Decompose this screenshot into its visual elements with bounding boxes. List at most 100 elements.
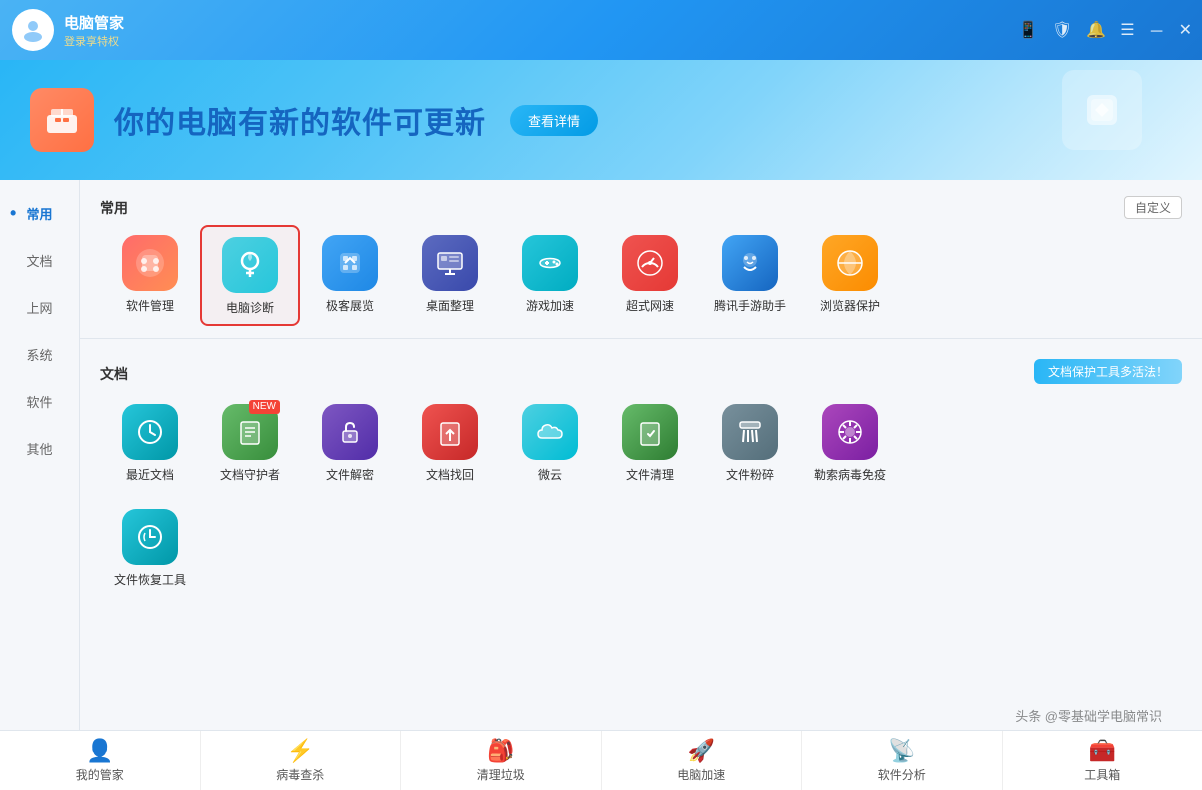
diagnose-label: 电脑诊断 xyxy=(226,299,274,316)
sidebar-item-system[interactable]: 系统 xyxy=(0,331,79,378)
customize-button[interactable]: 自定义 xyxy=(1124,196,1182,219)
common-section: 常用 自定义 软件管理 xyxy=(80,180,1202,334)
game-label: 游戏加速 xyxy=(526,297,574,314)
bottom-nav-manager[interactable]: 👤 我的管家 xyxy=(0,731,201,790)
app-name: 电脑管家 xyxy=(64,12,124,33)
cleanup-nav-icon: 🎒 xyxy=(487,738,514,764)
restore-icon xyxy=(322,235,378,291)
icon-item-guardian[interactable]: NEW 文档守护者 xyxy=(200,394,300,491)
guardian-badge: NEW xyxy=(249,400,280,414)
icon-item-file-shred[interactable]: 文件粉碎 xyxy=(700,394,800,491)
banner-icon xyxy=(30,88,94,152)
icon-item-antivirus[interactable]: 勒索病毒免疫 xyxy=(800,394,900,491)
desktop-icon xyxy=(422,235,478,291)
file-shred-icon xyxy=(722,404,778,460)
sidebar-item-common[interactable]: 常用 xyxy=(0,190,79,237)
toolbar-nav-icon: 🧰 xyxy=(1089,738,1116,764)
manager-icon: 👤 xyxy=(86,738,113,764)
cloud-label: 微云 xyxy=(538,466,562,483)
recover-label: 文档找回 xyxy=(426,466,474,483)
guardian-label: 文档守护者 xyxy=(220,466,280,483)
title-bar: 电脑管家 登录享特权 📱 🛡 🔔 ☰ － ✕ xyxy=(0,0,1202,60)
icon-item-filerestore[interactable]: 文件恢复工具 xyxy=(100,499,200,596)
software-manage-label: 软件管理 xyxy=(126,297,174,314)
icon-item-file-cleanup[interactable]: 文件清理 xyxy=(600,394,700,491)
bottom-nav-software[interactable]: 📡 软件分析 xyxy=(802,731,1003,790)
main-area: 常用 文档 上网 系统 软件 其他 常用 自定义 xyxy=(0,180,1202,730)
document-section-header: 文档 文档保护工具多活法！ xyxy=(100,351,1182,394)
icon-item-tencent[interactable]: 腾讯手游助手 xyxy=(700,225,800,326)
bottom-nav-cleanup[interactable]: 🎒 清理垃圾 xyxy=(401,731,602,790)
menu-icon[interactable]: ☰ xyxy=(1120,20,1134,40)
common-section-title: 常用 xyxy=(100,198,128,218)
antivirus-label: 勒索病毒免疫 xyxy=(814,466,886,483)
browser-label: 浏览器保护 xyxy=(820,297,880,314)
sidebar-item-other[interactable]: 其他 xyxy=(0,425,79,472)
desktop-label: 桌面整理 xyxy=(426,297,474,314)
browser-icon xyxy=(822,235,878,291)
antivirus-nav-icon: ⚡ xyxy=(287,738,314,764)
minimize-icon[interactable]: － xyxy=(1149,18,1165,42)
software-nav-label: 软件分析 xyxy=(878,766,926,783)
filerestore-label: 文件恢复工具 xyxy=(114,571,186,588)
app-info: 电脑管家 登录享特权 xyxy=(64,12,124,49)
icon-item-unlock[interactable]: 文件解密 xyxy=(300,394,400,491)
icon-item-diagnose[interactable]: 电脑诊断 xyxy=(200,225,300,326)
sidebar-item-network[interactable]: 上网 xyxy=(0,284,79,331)
file-shred-label: 文件粉碎 xyxy=(726,466,774,483)
recover-icon xyxy=(422,404,478,460)
cloud-icon xyxy=(522,404,578,460)
boost-nav-label: 电脑加速 xyxy=(677,766,725,783)
gift-icon[interactable]: 🔔 xyxy=(1086,20,1106,40)
unlock-icon xyxy=(322,404,378,460)
bottom-nav-toolbar[interactable]: 🧰 工具箱 xyxy=(1003,731,1202,790)
mobile-icon[interactable]: 📱 xyxy=(1018,20,1038,40)
banner-text: 你的电脑有新的软件可更新 xyxy=(114,98,486,142)
close-icon[interactable]: ✕ xyxy=(1179,20,1192,40)
speed-icon xyxy=(622,235,678,291)
banner-decor xyxy=(1062,70,1142,150)
shield-icon[interactable]: 🛡 xyxy=(1052,20,1072,40)
diagnose-icon xyxy=(222,237,278,293)
icon-item-desktop[interactable]: 桌面整理 xyxy=(400,225,500,326)
restore-label: 极客展览 xyxy=(326,297,374,314)
software-manage-icon xyxy=(122,235,178,291)
sidebar-item-document[interactable]: 文档 xyxy=(0,237,79,284)
document-promo-banner[interactable]: 文档保护工具多活法！ xyxy=(1034,359,1182,384)
section-divider xyxy=(80,338,1202,339)
bottom-nav-boost[interactable]: 🚀 电脑加速 xyxy=(602,731,803,790)
avatar[interactable] xyxy=(12,9,54,51)
icon-item-speed[interactable]: 超式网速 xyxy=(600,225,700,326)
common-icons-grid: 软件管理 电脑诊断 xyxy=(100,225,1182,334)
sidebar: 常用 文档 上网 系统 软件 其他 xyxy=(0,180,80,730)
subtitle[interactable]: 登录享特权 xyxy=(64,33,124,49)
document-extra-grid: 文件恢复工具 xyxy=(100,499,1182,604)
sidebar-item-software[interactable]: 软件 xyxy=(0,378,79,425)
icon-item-cloud[interactable]: 微云 xyxy=(500,394,600,491)
icon-item-game[interactable]: 游戏加速 xyxy=(500,225,600,326)
manager-label: 我的管家 xyxy=(76,766,124,783)
boost-nav-icon: 🚀 xyxy=(688,738,715,764)
cleanup-nav-label: 清理垃圾 xyxy=(477,766,525,783)
file-cleanup-label: 文件清理 xyxy=(626,466,674,483)
recent-doc-label: 最近文档 xyxy=(126,466,174,483)
antivirus-icon xyxy=(822,404,878,460)
icon-item-software-manage[interactable]: 软件管理 xyxy=(100,225,200,326)
bottom-nav-antivirus[interactable]: ⚡ 病毒查杀 xyxy=(201,731,402,790)
game-icon xyxy=(522,235,578,291)
tencent-icon xyxy=(722,235,778,291)
bottom-nav: 👤 我的管家 ⚡ 病毒查杀 🎒 清理垃圾 🚀 电脑加速 📡 软件分析 🧰 工具箱 xyxy=(0,730,1202,790)
common-section-header: 常用 自定义 xyxy=(100,188,1182,225)
icon-item-restore[interactable]: 极客展览 xyxy=(300,225,400,326)
recent-doc-icon xyxy=(122,404,178,460)
file-cleanup-icon xyxy=(622,404,678,460)
banner-detail-button[interactable]: 查看详情 xyxy=(510,105,598,136)
icon-item-recover[interactable]: 文档找回 xyxy=(400,394,500,491)
toolbar-nav-label: 工具箱 xyxy=(1084,766,1120,783)
icon-item-recent-doc[interactable]: 最近文档 xyxy=(100,394,200,491)
filerestore-icon xyxy=(122,509,178,565)
document-section: 文档 文档保护工具多活法！ 最近文档 xyxy=(80,343,1202,604)
content-area: 常用 自定义 软件管理 xyxy=(80,180,1202,730)
icon-item-browser[interactable]: 浏览器保护 xyxy=(800,225,900,326)
unlock-label: 文件解密 xyxy=(326,466,374,483)
